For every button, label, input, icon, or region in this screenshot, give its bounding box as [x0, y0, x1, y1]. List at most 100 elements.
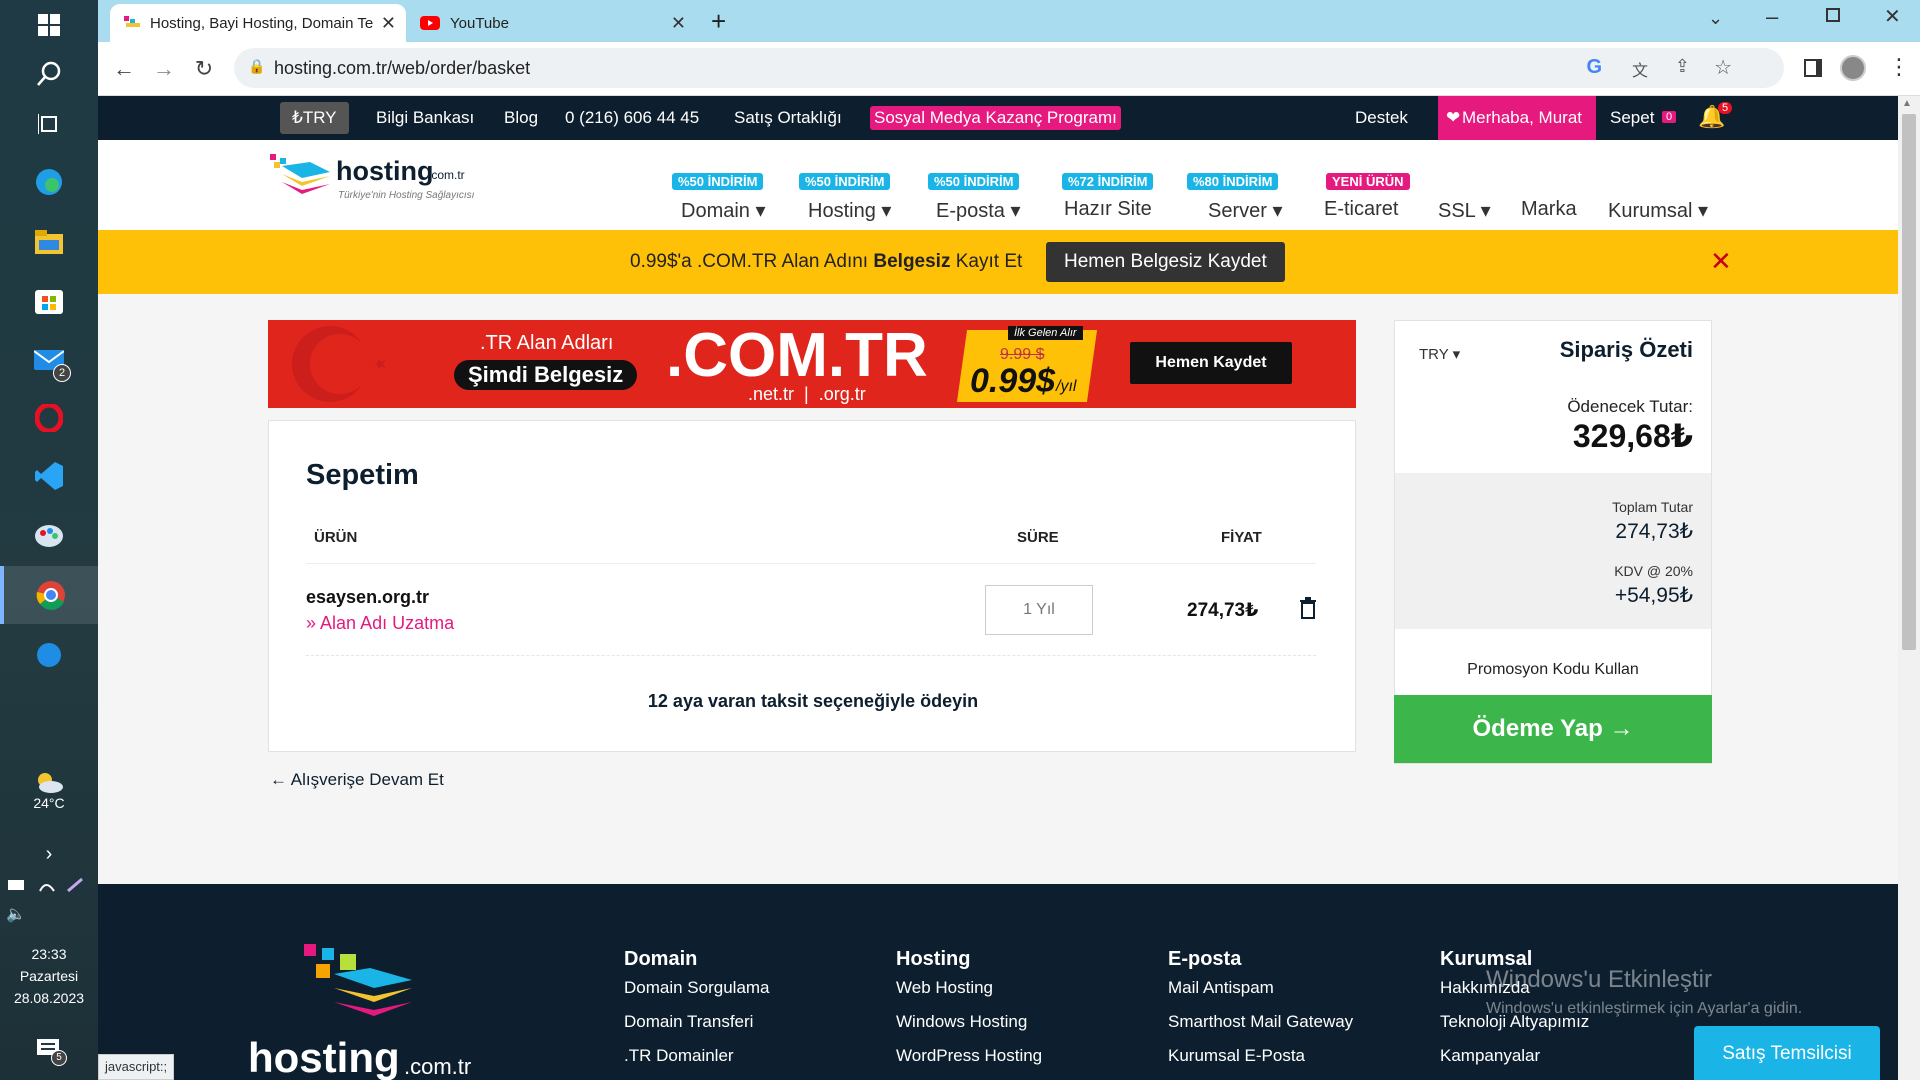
profile-avatar[interactable]: [1840, 55, 1866, 81]
currency-selector[interactable]: ₺TRY: [280, 102, 349, 134]
item-type-link[interactable]: » Alan Adı Uzatma: [306, 613, 454, 634]
nav-server[interactable]: Server ▾: [1208, 198, 1283, 223]
sales-rep-button[interactable]: Satış Temsilcisi: [1694, 1026, 1880, 1080]
activation-watermark-title: Windows'u Etkinleştir: [1486, 966, 1712, 993]
mail-icon[interactable]: 2: [29, 340, 71, 382]
promo-register-button[interactable]: Hemen Belgesiz Kaydet: [1046, 242, 1285, 282]
hosting-logo-icon: [270, 154, 330, 194]
installment-text: 12 aya varan taksit seçeneğiyle ödeyin: [647, 691, 979, 711]
mail-badge: 2: [53, 364, 71, 382]
back-icon[interactable]: ←: [110, 55, 138, 83]
summary-currency-select[interactable]: TRY ▾: [1419, 345, 1460, 363]
footer-logo-text[interactable]: hosting: [248, 1034, 400, 1080]
footer-link[interactable]: Windows Hosting: [896, 1012, 1027, 1032]
footer-link[interactable]: Kurumsal E-Posta: [1168, 1046, 1305, 1066]
promo-code-link[interactable]: Promosyon Kodu Kullan: [1395, 661, 1711, 679]
nav-ssl[interactable]: SSL ▾: [1438, 198, 1491, 223]
footer-link[interactable]: Smarthost Mail Gateway: [1168, 1012, 1353, 1032]
nav-domain[interactable]: Domain ▾: [681, 198, 766, 223]
duration-select[interactable]: 1 Yıl: [985, 585, 1093, 635]
nav-hazir-site[interactable]: Hazır Site: [1064, 198, 1152, 221]
footer-link[interactable]: WordPress Hosting: [896, 1046, 1042, 1066]
header-duration: SÜRE: [1017, 529, 1059, 546]
hosting-favicon-icon: [124, 16, 140, 27]
google-icon[interactable]: G: [1586, 56, 1602, 79]
scroll-up-icon[interactable]: ▲: [1902, 98, 1912, 109]
notification-center-icon[interactable]: 5: [29, 1030, 69, 1070]
tab-youtube[interactable]: YouTube ✕: [406, 4, 696, 42]
trash-icon[interactable]: [1299, 597, 1317, 624]
translate-icon[interactable]: 文: [1632, 57, 1648, 81]
footer-link[interactable]: Mail Antispam: [1168, 978, 1274, 998]
bookmark-star-icon[interactable]: ☆: [1714, 55, 1732, 80]
opera-icon[interactable]: [29, 398, 69, 438]
nav-marka[interactable]: Marka: [1521, 198, 1577, 221]
summary-title: Sipariş Özeti: [1559, 337, 1693, 362]
menu-dots-icon[interactable]: ⋮: [1888, 54, 1910, 80]
nav-hosting[interactable]: Hosting ▾: [808, 198, 891, 223]
minimize-icon[interactable]: –: [1766, 4, 1778, 30]
banner-register-button[interactable]: Hemen Kaydet: [1130, 342, 1292, 384]
nav-badge-domain: %50 İNDİRİM: [672, 173, 764, 190]
topbar-link-knowledge[interactable]: Bilgi Bankası: [376, 108, 474, 128]
support-link[interactable]: Destek: [1355, 108, 1408, 128]
topbar-phone[interactable]: 0 (216) 606 44 45: [565, 108, 699, 128]
close-window-icon[interactable]: ✕: [1884, 4, 1901, 29]
tab-search-chevron-icon[interactable]: ⌄: [1708, 8, 1723, 29]
tab-youtube-label: YouTube: [450, 14, 509, 32]
comtr-banner[interactable]: .TR Alan Adları Şimdi Belgesiz .COM.TR .…: [268, 320, 1356, 408]
file-explorer-icon[interactable]: [29, 222, 69, 262]
task-view-icon[interactable]: [29, 104, 69, 144]
url-field[interactable]: 🔒 hosting.com.tr/web/order/basket G 文 ⇪ …: [234, 48, 1784, 88]
close-promo-icon[interactable]: ✕: [1710, 246, 1732, 277]
chevron-right-icon[interactable]: ›: [29, 834, 69, 874]
nav-eposta[interactable]: E-posta ▾: [936, 198, 1021, 223]
cart-panel: Sepetim ÜRÜN SÜRE FİYAT esaysen.org.tr »…: [268, 420, 1356, 752]
vscode-icon[interactable]: [29, 456, 69, 496]
site-logo[interactable]: hosting .com.tr Türkiye'nin Hosting Sağl…: [268, 154, 488, 204]
user-greeting-button[interactable]: ❤ Merhaba, Murat: [1438, 96, 1596, 140]
tab-strip: Hosting, Bayi Hosting, Domain Te ✕ YouTu…: [98, 0, 1920, 42]
footer-link[interactable]: Domain Transferi: [624, 1012, 753, 1032]
system-tray-icons[interactable]: [8, 875, 88, 895]
social-media-program-link[interactable]: Sosyal Medya Kazanç Programı: [870, 106, 1121, 130]
volume-icon[interactable]: 🔈: [6, 904, 26, 924]
reload-icon[interactable]: ↻: [190, 55, 218, 83]
promo-bar: 0.99$'a .COM.TR Alan Adını Belgesiz Kayı…: [98, 230, 1898, 294]
logo-text: hosting: [336, 156, 434, 186]
paint-icon[interactable]: [29, 516, 69, 556]
nav-kurumsal[interactable]: Kurumsal ▾: [1608, 198, 1708, 223]
search-icon[interactable]: [29, 54, 69, 94]
banner-per: /yıl: [1056, 378, 1077, 395]
tab-hosting[interactable]: Hosting, Bayi Hosting, Domain Te ✕: [110, 4, 406, 42]
app-icon-blue[interactable]: [29, 635, 69, 675]
page-scrollbar[interactable]: ▲: [1898, 96, 1920, 1080]
close-tab-icon[interactable]: ✕: [381, 13, 396, 34]
store-icon[interactable]: [29, 280, 69, 320]
close-tab-icon[interactable]: ✕: [671, 13, 686, 34]
restore-icon[interactable]: [1826, 8, 1840, 22]
footer-link[interactable]: .TR Domainler: [624, 1046, 734, 1066]
windows-taskbar: 2 24°C › 🔈 23:33 Pazartesi 28.08.2023 5: [0, 0, 98, 1080]
share-icon[interactable]: ⇪: [1675, 56, 1690, 77]
footer-link[interactable]: Web Hosting: [896, 978, 993, 998]
forward-icon[interactable]: →: [150, 55, 178, 83]
scrollbar-thumb[interactable]: [1902, 114, 1916, 650]
pay-button[interactable]: Ödeme Yap →: [1394, 695, 1712, 763]
windows-start-icon[interactable]: [29, 5, 69, 45]
divider: [306, 655, 1316, 656]
edge-icon[interactable]: [29, 162, 69, 202]
web-page: ₺TRY Bilgi Bankası Blog 0 (216) 606 44 4…: [98, 96, 1920, 1080]
side-panel-icon[interactable]: [1804, 59, 1822, 77]
chrome-taskbar-icon[interactable]: [0, 566, 98, 624]
notification-count-badge: 5: [1718, 102, 1733, 114]
cart-link[interactable]: Sepet: [1610, 108, 1654, 128]
footer-link[interactable]: Kampanyalar: [1440, 1046, 1540, 1066]
topbar-link-blog[interactable]: Blog: [504, 108, 538, 128]
footer-link[interactable]: Domain Sorgulama: [624, 978, 770, 998]
new-tab-icon[interactable]: +: [711, 6, 726, 37]
continue-shopping-link[interactable]: ← Alışverişe Devam Et: [270, 770, 444, 790]
nav-eticaret[interactable]: E-ticaret: [1324, 198, 1398, 221]
clock-time[interactable]: 23:33: [0, 946, 98, 962]
topbar-link-affiliate[interactable]: Satış Ortaklığı: [734, 108, 842, 128]
